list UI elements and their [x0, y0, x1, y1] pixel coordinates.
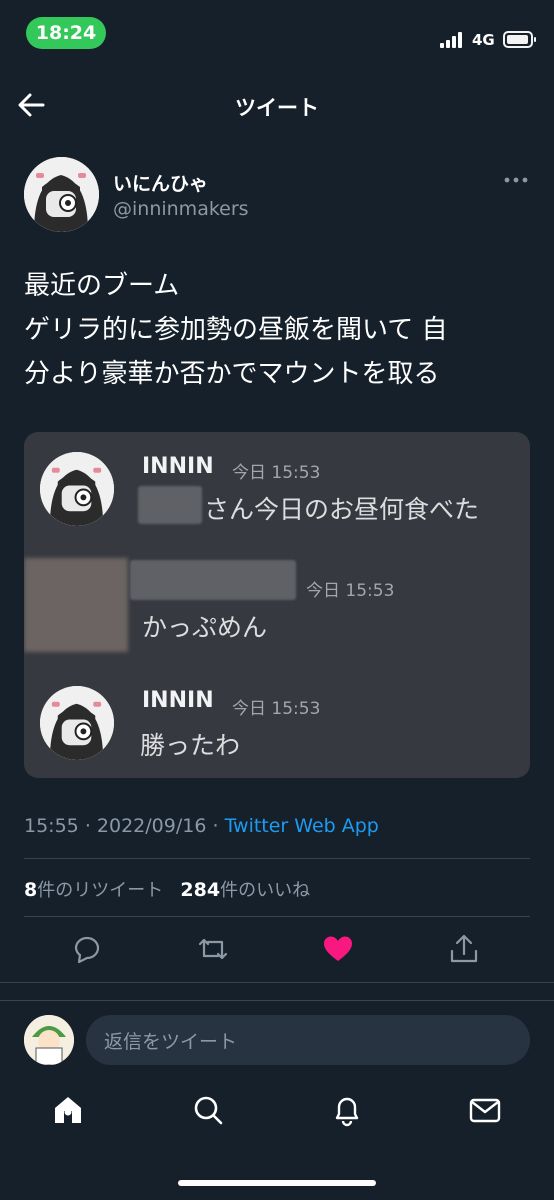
retweet-button[interactable]: [196, 932, 230, 966]
tweet-line: 分より豪華か否かでマウントを取る: [24, 359, 440, 389]
network-label: 4G: [472, 31, 495, 49]
heart-icon: [324, 936, 352, 961]
tweet-date: 2022/09/16: [96, 815, 207, 837]
message-avatar: [40, 686, 114, 760]
reply-input[interactable]: 返信をツイート: [86, 1015, 530, 1065]
tab-search[interactable]: [191, 1093, 225, 1127]
display-name[interactable]: いにんひゃ: [113, 169, 208, 196]
status-bar: 18:24 4G: [0, 0, 554, 70]
divider: [24, 858, 530, 859]
message-text: さん今日のお昼何食べた: [204, 495, 480, 524]
more-button[interactable]: [503, 170, 529, 190]
divider: [24, 916, 530, 917]
message-author: INNIN: [142, 454, 214, 479]
avatar-illustration: [24, 157, 99, 232]
share-button[interactable]: [447, 932, 481, 966]
retweet-icon: [198, 938, 228, 960]
message-time: 今日 15:53: [232, 699, 321, 719]
tweet-line: ゲリラ的に参加勢の昼飯を聞いて 自: [24, 315, 448, 345]
search-icon: [194, 1096, 223, 1125]
avatar-illustration: [40, 686, 114, 760]
likes-count: 284: [180, 879, 221, 901]
more-icon: [504, 177, 528, 183]
username[interactable]: @inninmakers: [113, 198, 249, 220]
tweet-line: 最近のブーム: [24, 271, 180, 301]
message-avatar: [40, 452, 114, 526]
retweets-label: 件のリツイート: [37, 880, 164, 901]
like-button[interactable]: [321, 932, 355, 966]
likes-label: 件のいいね: [220, 880, 311, 901]
header: ツイート: [0, 72, 554, 142]
blurred-avatar: [24, 558, 128, 652]
share-icon: [450, 934, 478, 963]
blurred-name: [138, 486, 202, 524]
message-text: 勝ったわ: [140, 731, 241, 760]
divider: [0, 982, 554, 983]
battery-icon: [503, 31, 536, 48]
author-avatar[interactable]: [24, 157, 99, 232]
message-time: 今日 15:53: [306, 581, 395, 601]
avatar-illustration: [40, 452, 114, 526]
bell-icon: [335, 1097, 359, 1127]
retweets-stat[interactable]: 8件のリツイート: [24, 879, 164, 901]
message-author: INNIN: [142, 688, 214, 713]
tweet-text: 最近のブーム ゲリラ的に参加勢の昼飯を聞いて 自 分より豪華か否かでマウントを取…: [24, 264, 534, 396]
meta-separator: ·: [212, 815, 219, 837]
tab-messages[interactable]: [468, 1093, 502, 1127]
meta-separator: ·: [84, 815, 91, 837]
retweets-count: 8: [24, 879, 38, 901]
tweet-time: 15:55: [24, 815, 79, 837]
avatar-illustration: [24, 1015, 74, 1065]
reply-button[interactable]: [70, 932, 104, 966]
reply-icon: [74, 936, 100, 964]
tweet-meta: 15:55 · 2022/09/16 · Twitter Web App: [24, 815, 379, 837]
blurred-name: [130, 560, 296, 600]
page-title: ツイート: [235, 96, 319, 120]
tab-home[interactable]: [51, 1093, 85, 1127]
tweet-source-link[interactable]: Twitter Web App: [225, 815, 379, 837]
message-text: かっぷめん: [142, 613, 268, 642]
my-avatar[interactable]: [24, 1015, 74, 1065]
home-icon: [55, 1097, 81, 1123]
home-indicator: [178, 1180, 376, 1186]
status-time: 18:24: [26, 17, 106, 49]
tweet-image[interactable]: INNIN 今日 15:53 さん今日のお昼何食べた 今日 15:53 かっぷめ…: [24, 432, 530, 778]
signal-icon: [440, 32, 464, 48]
tab-notifications[interactable]: [330, 1093, 364, 1127]
message-time: 今日 15:53: [232, 463, 321, 483]
likes-stat[interactable]: 284件のいいね: [180, 879, 311, 901]
tweet-stats: 8件のリツイート 284件のいいね: [24, 876, 310, 902]
mail-icon: [469, 1098, 501, 1123]
